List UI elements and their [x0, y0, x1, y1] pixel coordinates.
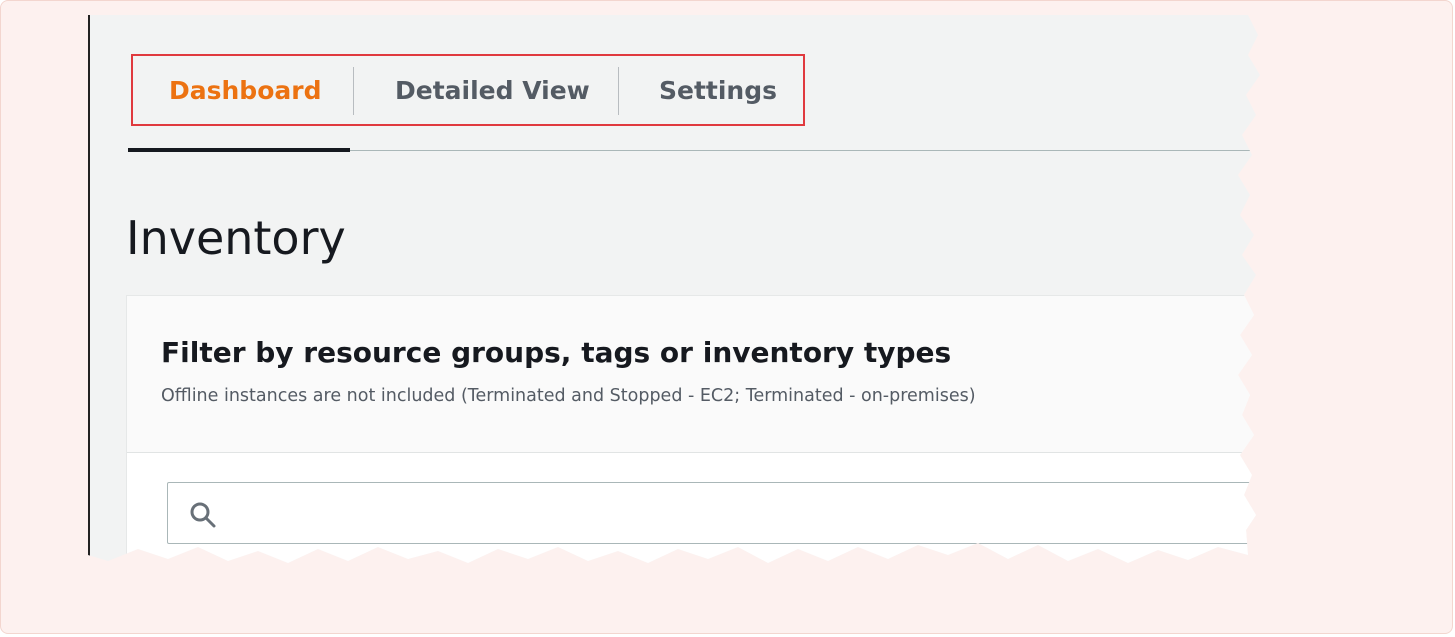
- tab-divider: [353, 67, 354, 115]
- search-box[interactable]: [167, 482, 1289, 544]
- filter-title: Filter by resource groups, tags or inven…: [161, 336, 952, 369]
- search-icon: [188, 500, 218, 530]
- filter-panel: Filter by resource groups, tags or inven…: [126, 295, 1288, 597]
- search-input[interactable]: [228, 493, 1272, 535]
- tab-dashboard[interactable]: Dashboard: [169, 56, 321, 124]
- tabs-highlight-box: Dashboard Detailed View Settings: [131, 54, 805, 126]
- tab-divider: [618, 67, 619, 115]
- active-tab-indicator: [128, 148, 350, 152]
- tab-settings[interactable]: Settings: [659, 56, 777, 124]
- callout-panel: Dashboard Detailed View Settings Invento…: [0, 0, 1453, 634]
- filter-panel-header: Filter by resource groups, tags or inven…: [127, 296, 1287, 453]
- page-title: Inventory: [126, 211, 346, 265]
- console-page: Dashboard Detailed View Settings Invento…: [88, 15, 1268, 575]
- screenshot-excerpt: Dashboard Detailed View Settings Invento…: [88, 15, 1268, 575]
- tab-detailed-view[interactable]: Detailed View: [395, 56, 590, 124]
- filter-subtitle: Offline instances are not included (Term…: [161, 386, 976, 406]
